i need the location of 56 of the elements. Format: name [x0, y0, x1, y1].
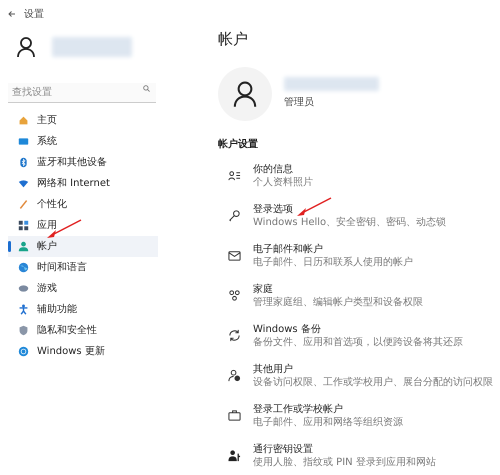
sync-icon	[228, 329, 241, 342]
item-subtitle: 设备访问权限、工作或学校用户、展台分配的访问权限	[253, 376, 493, 388]
sidebar-item[interactable]: 时间和语言	[8, 257, 158, 278]
search-field[interactable]: 查找设置	[8, 83, 156, 103]
item-subtitle: 电子邮件、日历和联系人使用的帐户	[253, 256, 413, 268]
annotation-arrow	[296, 197, 332, 217]
family-icon	[228, 289, 241, 302]
settings-item[interactable]: 登录选项 Windows Hello、安全密钥、密码、动态锁	[218, 196, 498, 236]
settings-item[interactable]: 通行密钥设置 使用人脸、指纹或 PIN 登录到应用和网站	[218, 436, 498, 475]
item-title: Windows 备份	[253, 322, 321, 336]
selection-indicator	[8, 241, 11, 252]
sidebar-item[interactable]: 系统	[8, 131, 158, 152]
annotation-arrow	[46, 219, 82, 239]
item-subtitle: 备份文件、应用和首选项，以便跨设备将其还原	[253, 336, 463, 348]
sidebar-item[interactable]: 隐私和安全性	[8, 320, 158, 341]
sidebar-item[interactable]: 游戏	[8, 278, 158, 299]
item-subtitle: 使用人脸、指纹或 PIN 登录到应用和网站	[253, 456, 436, 468]
sidebar-item[interactable]: 应用	[8, 215, 158, 236]
person-icon	[16, 36, 36, 58]
settings-item[interactable]: Windows 备份 备份文件、应用和首选项，以便跨设备将其还原	[218, 316, 498, 356]
item-subtitle: 管理家庭组、编辑帐户类型和设备权限	[253, 296, 423, 308]
item-subtitle: 个人资料照片	[253, 176, 313, 188]
settings-item[interactable]: 登录工作或学校帐户 电子邮件、应用和网络等组织资源	[218, 396, 498, 436]
settings-item[interactable]: 你的信息 个人资料照片	[218, 156, 498, 196]
sidebar-item[interactable]: 主页	[8, 110, 158, 131]
page-title: 帐户	[218, 29, 249, 50]
item-title: 家庭	[253, 282, 273, 296]
item-title: 通行密钥设置	[253, 442, 313, 456]
person-key-icon	[228, 449, 241, 462]
briefcase-icon	[228, 409, 241, 422]
search-icon[interactable]	[143, 85, 150, 92]
section-title: 帐户设置	[218, 137, 259, 152]
key-icon	[228, 209, 241, 222]
person-add-icon	[228, 369, 241, 382]
item-title: 登录选项	[253, 202, 293, 216]
settings-item[interactable]: 电子邮件和帐户 电子邮件、日历和联系人使用的帐户	[218, 236, 498, 276]
item-title: 你的信息	[253, 162, 293, 176]
sidebar-item[interactable]: 蓝牙和其他设备	[8, 152, 158, 173]
window-title: 设置	[24, 8, 44, 22]
sidebar-item[interactable]: 个性化	[8, 194, 158, 215]
sidebar-item[interactable]: 帐户	[8, 236, 158, 257]
item-title: 其他用户	[253, 362, 293, 376]
settings-item[interactable]: 其他用户 设备访问权限、工作或学校用户、展台分配的访问权限	[218, 356, 498, 396]
settings-item[interactable]: 家庭 管理家庭组、编辑帐户类型和设备权限	[218, 276, 498, 316]
sidebar-item[interactable]: Windows 更新	[8, 341, 158, 362]
account-role: 管理员	[284, 96, 315, 110]
sidebar-item[interactable]: 网络和 Internet	[8, 173, 158, 194]
person-icon	[232, 80, 258, 108]
mail-icon	[228, 249, 241, 262]
back-arrow-icon[interactable]	[8, 10, 16, 18]
sidebar-item[interactable]: 辅助功能	[8, 299, 158, 320]
item-title: 电子邮件和帐户	[253, 242, 323, 256]
item-title: 登录工作或学校帐户	[253, 402, 343, 416]
item-subtitle: Windows Hello、安全密钥、密码、动态锁	[253, 216, 446, 228]
item-subtitle: 电子邮件、应用和网络等组织资源	[253, 416, 403, 428]
contact-card-icon	[228, 169, 241, 182]
